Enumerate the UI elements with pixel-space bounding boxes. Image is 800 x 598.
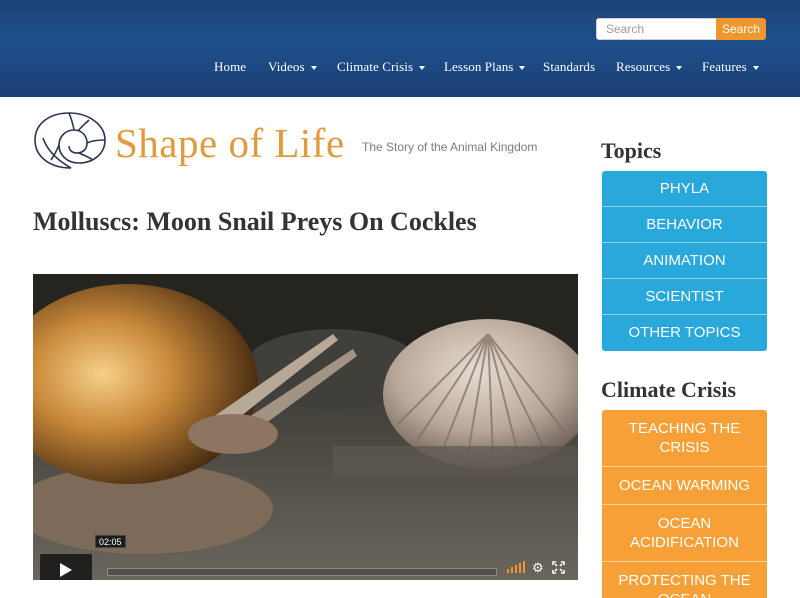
caret-down-icon xyxy=(419,66,426,71)
play-icon xyxy=(60,563,72,577)
main-nav: Home Videos Climate Crisis Lesson Plans … xyxy=(0,59,800,75)
play-button[interactable] xyxy=(40,554,92,580)
current-time-tooltip: 02:05 xyxy=(95,535,126,548)
site-header: Search Home Videos Climate Crisis Lesson… xyxy=(0,0,800,97)
climate-teaching-the-crisis[interactable]: TEACHING THE CRISIS xyxy=(602,410,767,467)
nav-label: Home xyxy=(214,59,247,74)
nav-resources[interactable]: Resources xyxy=(616,59,683,75)
topics-menu: PHYLA BEHAVIOR ANIMATION SCIENTIST OTHER… xyxy=(602,171,767,351)
topics-heading: Topics xyxy=(601,138,662,163)
caret-down-icon xyxy=(519,66,526,71)
climate-ocean-acidification[interactable]: OCEAN ACIDIFICATION xyxy=(602,505,767,562)
search-input[interactable] xyxy=(596,18,716,40)
caret-down-icon xyxy=(752,66,759,71)
climate-crisis-menu: TEACHING THE CRISIS OCEAN WARMING OCEAN … xyxy=(602,410,767,598)
volume-icon[interactable] xyxy=(507,561,525,573)
gear-icon[interactable]: ⚙ xyxy=(532,561,545,574)
topic-phyla[interactable]: PHYLA xyxy=(602,171,767,207)
nautilus-shell-icon xyxy=(34,112,106,169)
nav-label: Lesson Plans xyxy=(444,59,514,74)
nav-climate-crisis[interactable]: Climate Crisis xyxy=(337,59,426,75)
search-form: Search xyxy=(596,18,766,40)
logo-tagline: The Story of the Animal Kingdom xyxy=(362,140,538,154)
nav-home[interactable]: Home xyxy=(214,59,246,75)
nav-label: Videos xyxy=(268,59,305,74)
topic-animation[interactable]: ANIMATION xyxy=(602,243,767,279)
nav-label: Features xyxy=(702,59,747,74)
site-logo[interactable]: Shape of Life The Story of the Animal Ki… xyxy=(33,110,537,172)
caret-down-icon xyxy=(310,66,317,71)
video-controls: 02:05 ⚙ xyxy=(33,534,578,580)
nav-standards[interactable]: Standards xyxy=(543,59,595,75)
climate-protecting-the-ocean[interactable]: PROTECTING THE OCEAN xyxy=(602,562,767,598)
nav-label: Standards xyxy=(543,59,596,74)
fullscreen-icon[interactable] xyxy=(552,561,565,574)
nav-lesson-plans[interactable]: Lesson Plans xyxy=(444,59,526,75)
nav-label: Climate Crisis xyxy=(337,59,414,74)
climate-crisis-heading: Climate Crisis xyxy=(601,377,737,402)
topic-behavior[interactable]: BEHAVIOR xyxy=(602,207,767,243)
topic-other-topics[interactable]: OTHER TOPICS xyxy=(602,315,767,351)
nav-features[interactable]: Features xyxy=(702,59,759,75)
search-button[interactable]: Search xyxy=(716,18,766,40)
seek-bar[interactable] xyxy=(107,568,497,576)
logo-wordmark: Shape of Life xyxy=(115,120,345,166)
topic-scientist[interactable]: SCIENTIST xyxy=(602,279,767,315)
caret-down-icon xyxy=(676,66,683,71)
page-title: Molluscs: Moon Snail Preys On Cockles xyxy=(33,207,477,236)
nav-label: Resources xyxy=(616,59,671,74)
nav-videos[interactable]: Videos xyxy=(268,59,317,75)
climate-ocean-warming[interactable]: OCEAN WARMING xyxy=(602,467,767,505)
video-player[interactable]: 02:05 ⚙ xyxy=(33,274,578,580)
